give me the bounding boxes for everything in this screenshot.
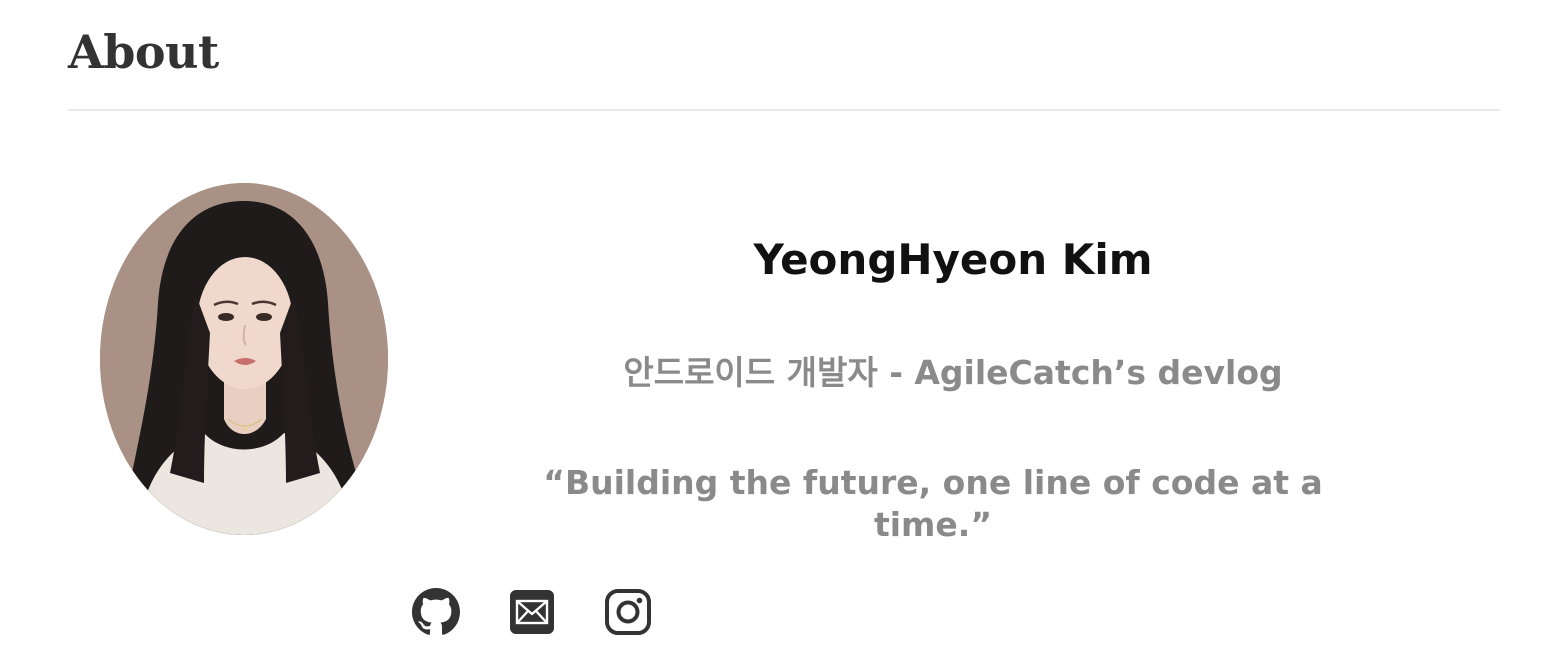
instagram-icon (605, 589, 651, 635)
title-divider (68, 109, 1500, 111)
email-link[interactable] (508, 588, 556, 636)
github-link[interactable] (412, 588, 460, 636)
profile-subtitle: 안드로이드 개발자 - AgileCatch’s devlog (623, 353, 1283, 392)
github-icon (412, 588, 460, 635)
avatar (100, 183, 388, 535)
instagram-link[interactable] (604, 588, 652, 636)
page-title: About (68, 25, 219, 79)
profile-quote: “Building the future, one line of code a… (543, 463, 1323, 544)
social-links (412, 588, 652, 636)
profile-name: YeongHyeon Kim (753, 235, 1153, 284)
email-icon (510, 590, 554, 634)
